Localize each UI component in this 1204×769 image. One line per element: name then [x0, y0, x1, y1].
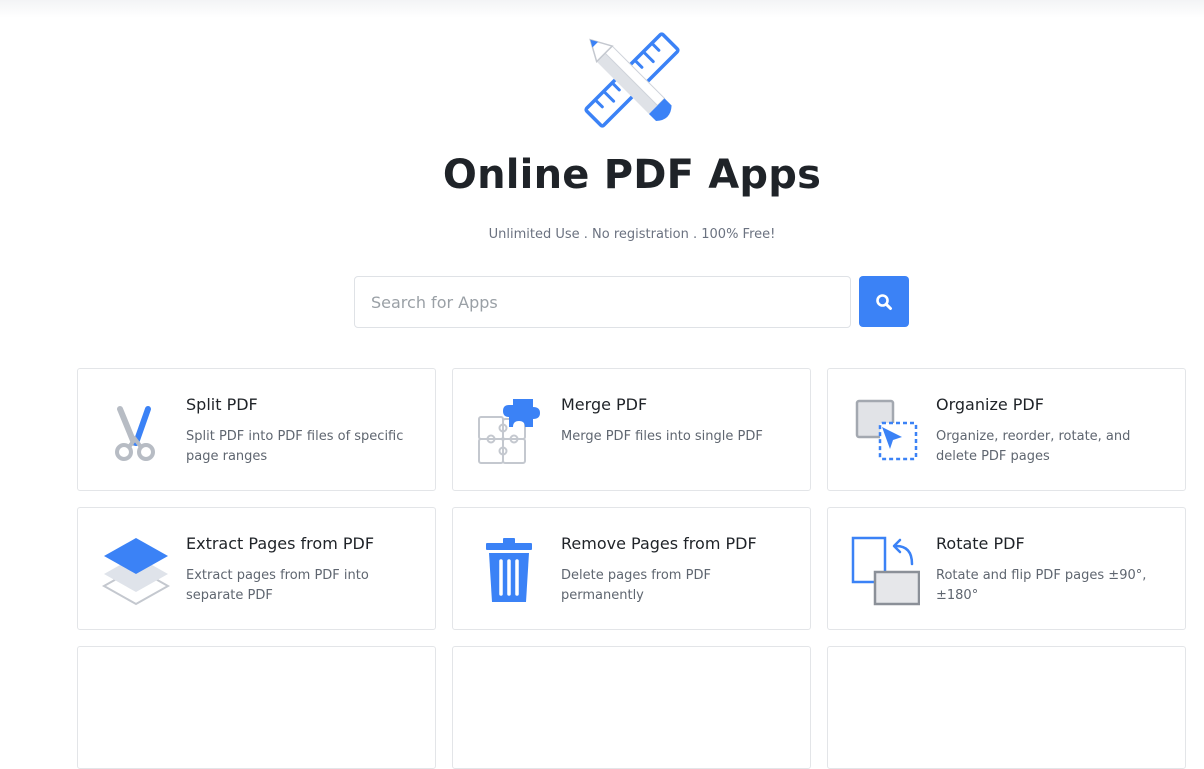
- page-subtitle: Unlimited Use . No registration . 100% F…: [488, 227, 776, 242]
- app-card-split-pdf[interactable]: Split PDF Split PDF into PDF files of sp…: [77, 368, 436, 491]
- app-name: Organize PDF: [936, 395, 1044, 414]
- rotate-page-icon: [851, 536, 920, 606]
- app-card-partial[interactable]: [452, 646, 811, 769]
- top-bar-shadow: [0, 0, 1204, 18]
- app-description: Rotate and flip PDF pages ±90°, ±180°: [936, 568, 1147, 603]
- app-card-merge-pdf[interactable]: Merge PDF Merge PDF files into single PD…: [452, 368, 811, 491]
- app-card-partial[interactable]: [827, 646, 1186, 769]
- app-card-partial[interactable]: [77, 646, 436, 769]
- search-button[interactable]: [859, 276, 909, 327]
- search-icon: [876, 293, 892, 310]
- scissors-icon: [115, 406, 155, 461]
- app-name: Extract Pages from PDF: [186, 534, 375, 553]
- app-card-remove-pages[interactable]: Remove Pages from PDF Delete pages from …: [452, 507, 811, 630]
- app-name: Remove Pages from PDF: [561, 534, 757, 553]
- app-description: Extract pages from PDF into separate PDF: [186, 568, 369, 603]
- search-input[interactable]: [354, 276, 851, 328]
- trash-icon: [486, 538, 532, 602]
- app-card-organize-pdf[interactable]: Organize PDF Organize, reorder, rotate, …: [827, 368, 1186, 491]
- app-name: Rotate PDF: [936, 534, 1025, 553]
- app-card-extract-pages[interactable]: Extract Pages from PDF Extract pages fro…: [77, 507, 436, 630]
- app-description: Merge PDF files into single PDF: [561, 429, 763, 444]
- app-description: Delete pages from PDF permanently: [561, 568, 711, 603]
- puzzle-icon: [478, 399, 540, 464]
- organize-pages-icon: [855, 399, 918, 461]
- app-card-rotate-pdf[interactable]: Rotate PDF Rotate and flip PDF pages ±90…: [827, 507, 1186, 630]
- app-description: Split PDF into PDF files of specific pag…: [186, 429, 404, 464]
- app-description: Organize, reorder, rotate, and delete PD…: [936, 429, 1131, 464]
- pencil-ruler-icon: [584, 32, 680, 128]
- app-name: Split PDF: [186, 395, 258, 414]
- app-name: Merge PDF: [561, 395, 648, 414]
- page-title: Online PDF Apps: [442, 152, 822, 198]
- layers-icon: [101, 538, 170, 606]
